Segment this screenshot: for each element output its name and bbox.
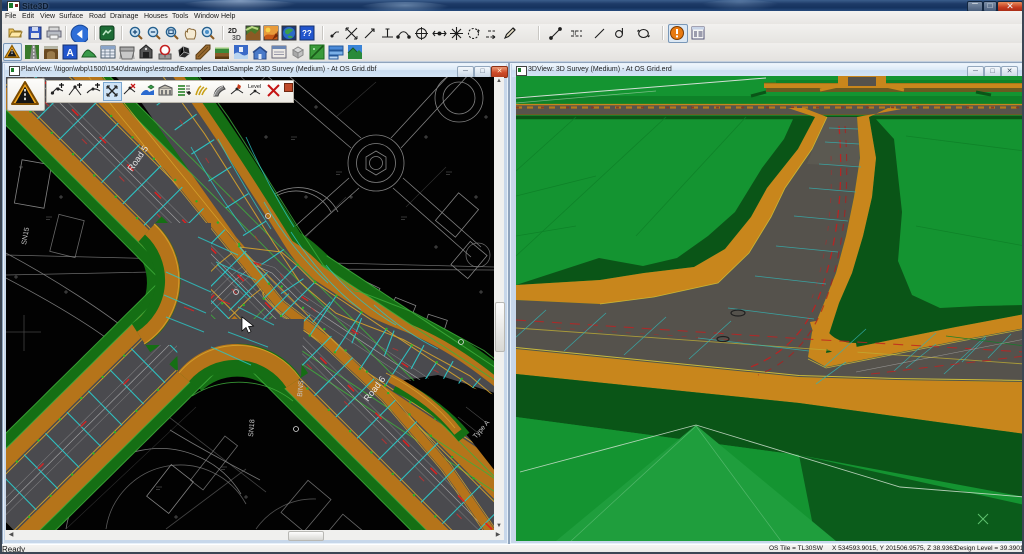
svg-text:??: ?? [302,29,312,38]
svg-text:II: II [573,31,577,37]
svg-text:Level: Level [248,84,261,90]
svg-text:A: A [67,48,74,59]
svg-text:3D: 3D [232,35,241,41]
svg-text:BINS: BINS [297,380,305,397]
svg-text:2D: 2D [228,28,237,35]
